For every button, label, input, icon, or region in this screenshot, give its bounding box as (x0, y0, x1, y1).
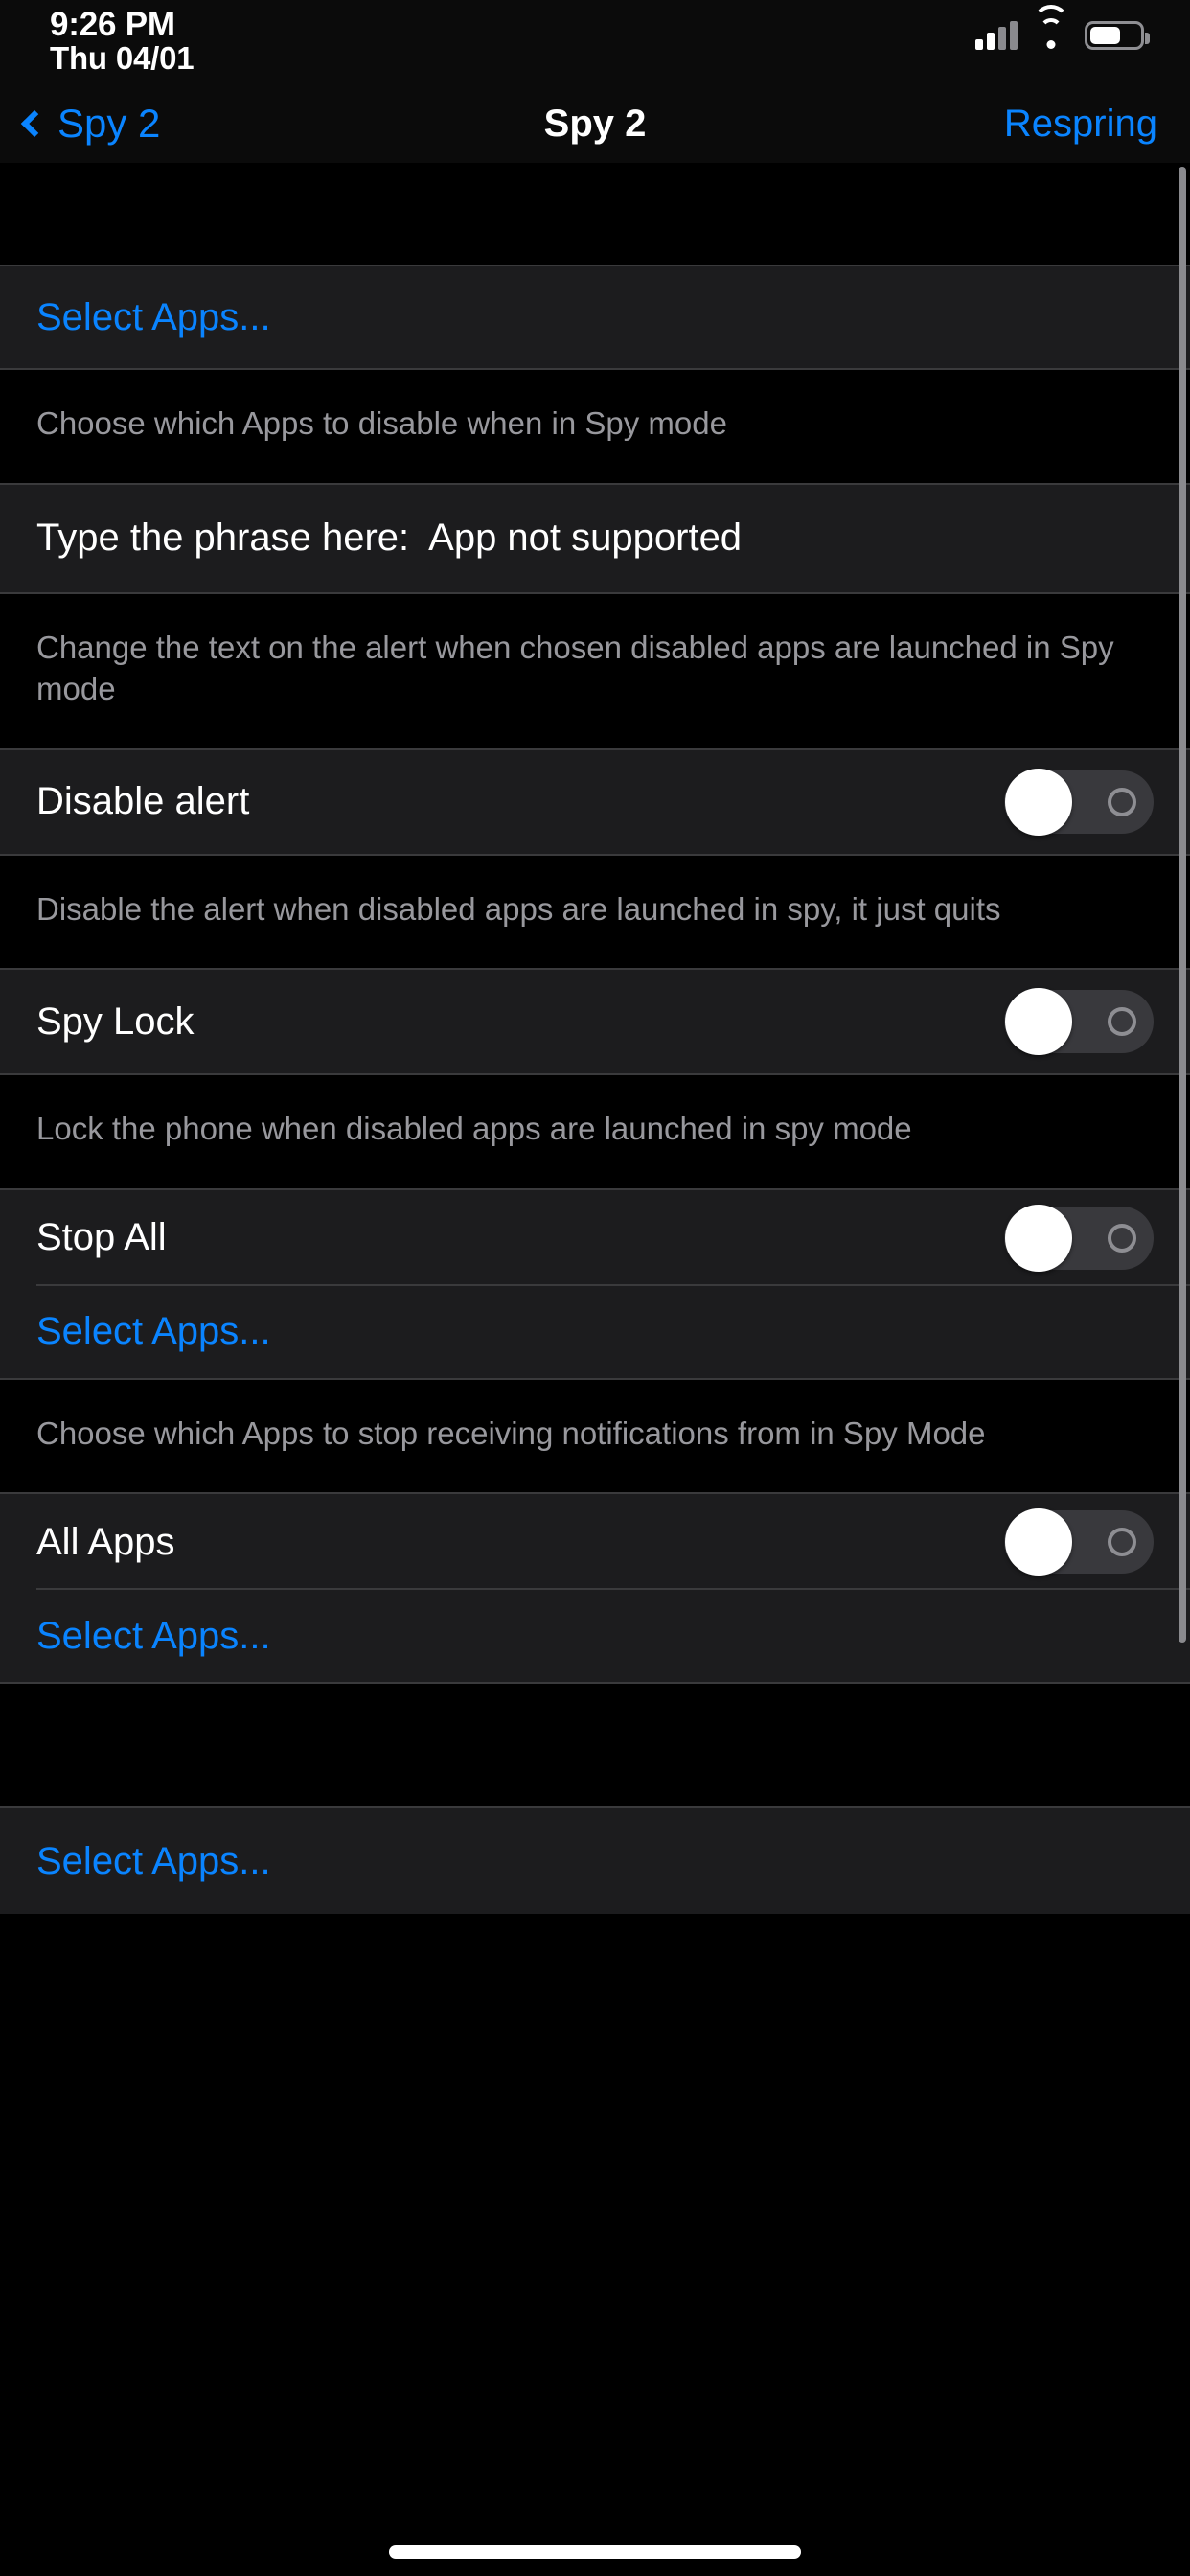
switch-knob (1005, 1508, 1072, 1576)
respring-button[interactable]: Respring (1004, 103, 1157, 146)
section-all-apps: All Apps Select Apps... (0, 1492, 1190, 1685)
spy-lock-row[interactable]: Spy Lock (0, 970, 1190, 1073)
settings-table[interactable]: Select Apps... Choose which Apps to disa… (0, 163, 1190, 2576)
select-apps-stop-label: Select Apps... (36, 1310, 271, 1353)
switch-off-indicator-icon (1108, 1223, 1136, 1253)
select-apps-last[interactable]: Select Apps... (0, 1808, 1190, 1914)
footer-alert-phrase: Change the text on the alert when chosen… (0, 593, 1190, 748)
status-bar: 9:26 PM Thu 04/01 (0, 0, 1190, 84)
switch-knob (1005, 768, 1072, 836)
disable-alert-label: Disable alert (36, 780, 250, 823)
alert-phrase-label: Type the phrase here: (36, 517, 410, 560)
home-indicator[interactable] (389, 2545, 801, 2559)
stop-all-row[interactable]: Stop All (0, 1190, 1190, 1286)
section-alert-phrase: Type the phrase here: App not supported (0, 482, 1190, 594)
status-bar-clock: 9:26 PM Thu 04/01 (50, 6, 195, 77)
all-apps-switch[interactable] (1004, 1508, 1154, 1576)
switch-off-indicator-icon (1108, 787, 1136, 816)
table-top-gap (0, 163, 1190, 264)
footer-stop-notifications: Choose which Apps to stop receiving noti… (0, 1379, 1190, 1493)
select-apps-last-label: Select Apps... (36, 1839, 271, 1882)
status-bar-time: 9:26 PM (50, 6, 175, 43)
select-apps-stop[interactable]: Select Apps... (0, 1286, 1190, 1378)
all-apps-row[interactable]: All Apps (0, 1494, 1190, 1591)
switch-knob (1005, 988, 1072, 1056)
footer-disable-apps: Choose which Apps to disable when in Spy… (0, 370, 1190, 483)
disable-alert-row[interactable]: Disable alert (0, 750, 1190, 854)
select-apps-all[interactable]: Select Apps... (0, 1590, 1190, 1682)
navigation-bar: Spy 2 Spy 2 Respring (0, 84, 1190, 163)
spy-lock-label: Spy Lock (36, 1000, 195, 1043)
spy-lock-switch[interactable] (1004, 988, 1154, 1056)
section-last-partial: Select Apps... (0, 1806, 1190, 1915)
footer-disable-alert: Disable the alert when disabled apps are… (0, 855, 1190, 969)
switch-off-indicator-icon (1108, 1007, 1136, 1037)
select-apps-all-label: Select Apps... (36, 1614, 271, 1657)
footer-all-apps (0, 1684, 1190, 1807)
cellular-signal-icon (975, 21, 1018, 50)
vertical-scrollbar[interactable] (1179, 167, 1186, 1643)
footer-spy-lock: Lock the phone when disabled apps are la… (0, 1075, 1190, 1188)
switch-off-indicator-icon (1108, 1528, 1136, 1557)
wifi-icon (1033, 5, 1069, 49)
select-apps-disable[interactable]: Select Apps... (0, 266, 1190, 368)
status-bar-date: Thu 04/01 (50, 40, 195, 77)
battery-icon (1085, 21, 1150, 50)
stop-all-label: Stop All (36, 1216, 167, 1259)
section-disable-apps: Select Apps... (0, 264, 1190, 370)
section-stop-notifications: Stop All Select Apps... (0, 1187, 1190, 1380)
section-spy-lock: Spy Lock (0, 968, 1190, 1076)
stop-all-switch[interactable] (1004, 1204, 1154, 1272)
status-bar-indicators (975, 5, 1150, 50)
switch-knob (1005, 1204, 1072, 1272)
alert-phrase-field[interactable]: Type the phrase here: App not supported (0, 485, 1190, 592)
all-apps-label: All Apps (36, 1520, 175, 1563)
section-disable-alert: Disable alert (0, 748, 1190, 856)
select-apps-disable-label: Select Apps... (36, 295, 271, 338)
disable-alert-switch[interactable] (1004, 768, 1154, 836)
alert-phrase-value[interactable]: App not supported (428, 517, 742, 560)
